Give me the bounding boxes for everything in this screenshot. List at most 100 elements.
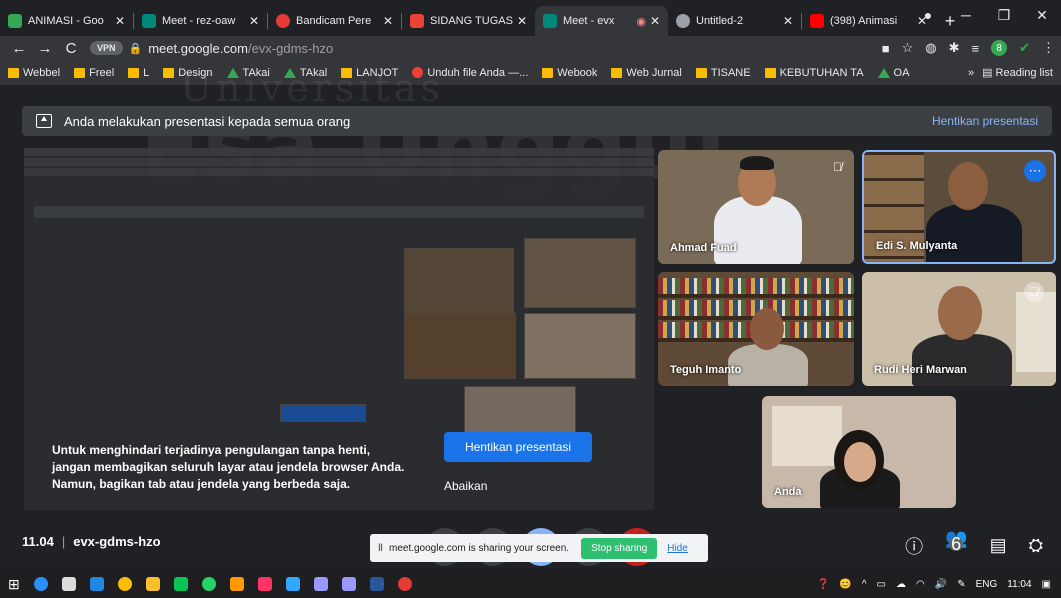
bookmark-folder[interactable]: TISANE <box>695 67 751 79</box>
self-view-tile[interactable]: Anda <box>762 396 956 508</box>
camera-icon[interactable]: ■ <box>882 41 890 56</box>
browser-tab[interactable]: Meet - rez-oaw ✕ <box>134 6 267 36</box>
reading-list-button[interactable]: ▤ Reading list <box>982 66 1053 79</box>
info-icon[interactable]: ⓘ <box>905 533 923 559</box>
hide-sharing-bar-link[interactable]: Hide <box>667 543 688 554</box>
stop-presenting-link[interactable]: Hentikan presentasi <box>932 114 1038 128</box>
maximize-button[interactable]: ❐ <box>985 7 1023 24</box>
browser-tab[interactable]: Untitled-2 ✕ <box>668 6 801 36</box>
more-options-button[interactable]: ⋯ <box>1024 160 1046 182</box>
close-icon[interactable]: ✕ <box>650 14 660 28</box>
store-icon[interactable] <box>61 577 76 591</box>
participant-name: Edi S. Mulyanta <box>876 240 958 252</box>
participant-name: Ahmad Fuad <box>670 242 737 254</box>
bookmark-folder[interactable]: Web Jurnal <box>611 67 682 79</box>
wifi-icon[interactable]: ◠ <box>916 579 925 590</box>
activities-icon[interactable]: ⛭ <box>1029 535 1043 556</box>
chat-icon[interactable]: ▤ <box>990 535 1007 556</box>
premiere-icon[interactable] <box>313 577 328 591</box>
chevron-up-icon[interactable]: ^ <box>862 579 867 590</box>
meeting-details[interactable]: 11.04 | evx-gdms-hzo <box>22 534 161 549</box>
whatsapp-icon[interactable] <box>201 577 216 591</box>
after-effects-icon[interactable] <box>341 577 356 591</box>
extension-icon[interactable]: ◍ <box>925 40 936 56</box>
bookmark-folder[interactable]: Webook <box>542 67 597 79</box>
close-icon[interactable]: ✕ <box>517 14 527 28</box>
mic-off-icon: 🎙̸ <box>1024 282 1044 302</box>
browser-tab-active[interactable]: Meet - evx ◉ ✕ <box>535 6 668 36</box>
system-tray: ❓ 😊 ^ ▭ ☁ ◠ 🔊 ✎ ENG 11:04 ▣ <box>817 579 1061 590</box>
volume-icon[interactable]: 🔊 <box>935 579 947 590</box>
browser-tab[interactable]: Bandicam Pere ✕ <box>268 6 401 36</box>
participant-count-badge: 6 <box>949 533 964 554</box>
illustrator-icon[interactable] <box>229 577 244 591</box>
participant-name: Anda <box>774 486 802 498</box>
puzzle-icon[interactable]: ✱ <box>949 40 960 56</box>
recording-indicator-icon: ◉ <box>636 15 646 28</box>
close-window-button[interactable]: ✕ <box>1023 7 1061 24</box>
back-button[interactable]: ← <box>6 40 32 57</box>
line-icon[interactable] <box>173 577 188 591</box>
meet-icon <box>543 14 557 28</box>
help-icon[interactable]: ❓ <box>817 579 829 590</box>
close-icon[interactable]: ✕ <box>115 14 125 28</box>
youtube-icon <box>810 14 824 28</box>
stop-sharing-button[interactable]: Stop sharing <box>581 537 658 559</box>
pen-icon[interactable]: ✎ <box>957 579 965 590</box>
participant-tile[interactable]: 🎙̸ Ahmad Fuad <box>658 150 854 264</box>
close-icon[interactable]: ✕ <box>383 14 393 28</box>
dismiss-button[interactable]: Abaikan <box>444 476 504 496</box>
menu-icon[interactable]: ⋮ <box>1042 40 1055 56</box>
notifications-icon[interactable]: ▣ <box>1042 579 1051 590</box>
bandicam-icon[interactable] <box>397 577 412 591</box>
network-icon[interactable]: ▭ <box>877 579 886 590</box>
star-icon[interactable]: ☆ <box>902 40 914 56</box>
file-explorer-icon[interactable] <box>145 577 160 591</box>
drag-handle-icon[interactable]: ‖ <box>378 543 383 554</box>
stop-presenting-button[interactable]: Hentikan presentasi <box>444 432 592 462</box>
bookmark-folder[interactable]: L <box>128 67 149 79</box>
profile-icon[interactable]: ● <box>909 7 947 23</box>
bookmark-folder[interactable]: Webbel <box>8 67 60 79</box>
folder-icon <box>695 67 707 78</box>
participant-tile[interactable]: Teguh Imanto <box>658 272 854 386</box>
browser-tab[interactable]: ANIMASI - Goo ✕ <box>0 6 133 36</box>
profile-avatar[interactable]: 8 <box>991 40 1008 56</box>
drive-icon <box>877 67 890 78</box>
bookmark-drive[interactable]: OA <box>877 67 909 79</box>
people-icon[interactable]: 👥6 <box>945 528 967 563</box>
sharing-status-text: meet.google.com is sharing your screen. <box>388 542 570 554</box>
browser-tab[interactable]: SIDANG TUGAS ✕ <box>402 6 535 36</box>
folder-icon <box>74 67 86 78</box>
start-icon[interactable]: ⊞ <box>8 576 20 593</box>
minimize-button[interactable]: ─ <box>947 7 985 23</box>
participant-tile[interactable]: 🎙̸ Rudi Heri Marwan <box>862 272 1056 386</box>
participant-name: Rudi Heri Marwan <box>874 364 967 376</box>
edge-icon[interactable] <box>33 577 48 591</box>
meet-icon <box>142 14 156 28</box>
chrome-icon[interactable] <box>117 577 132 591</box>
language-indicator[interactable]: ENG <box>976 579 998 590</box>
participant-tile[interactable]: ⋯ Edi S. Mulyanta <box>862 150 1056 264</box>
folder-icon <box>128 67 140 78</box>
close-icon[interactable]: ✕ <box>249 14 259 28</box>
screen-sharing-bar: ‖ meet.google.com is sharing your screen… <box>370 534 708 562</box>
emoji-icon[interactable]: 😊 <box>839 579 851 590</box>
more-bookmarks-icon[interactable]: » <box>968 67 974 79</box>
close-icon[interactable]: ✕ <box>783 14 793 28</box>
vpn-badge[interactable]: VPN <box>90 41 123 55</box>
lock-icon[interactable]: 🔒 <box>129 42 143 55</box>
onedrive-icon[interactable]: ☁ <box>896 579 906 590</box>
clock[interactable]: 11:04 <box>1007 579 1031 590</box>
address-bar[interactable]: meet.google.com/evx-gdms-hzo <box>148 41 333 56</box>
reload-button[interactable]: C <box>58 40 84 57</box>
photoshop-icon[interactable] <box>285 577 300 591</box>
bookmark-folder[interactable]: KEBUTUHAN TA <box>764 67 864 79</box>
check-icon[interactable]: ✔ <box>1019 40 1030 56</box>
bookmark-folder[interactable]: Freel <box>74 67 114 79</box>
forward-button[interactable]: → <box>32 40 58 57</box>
mail-icon[interactable] <box>89 577 104 591</box>
indesign-icon[interactable] <box>257 577 272 591</box>
word-icon[interactable] <box>369 577 384 591</box>
reading-mode-icon[interactable]: ≡ <box>972 41 980 56</box>
